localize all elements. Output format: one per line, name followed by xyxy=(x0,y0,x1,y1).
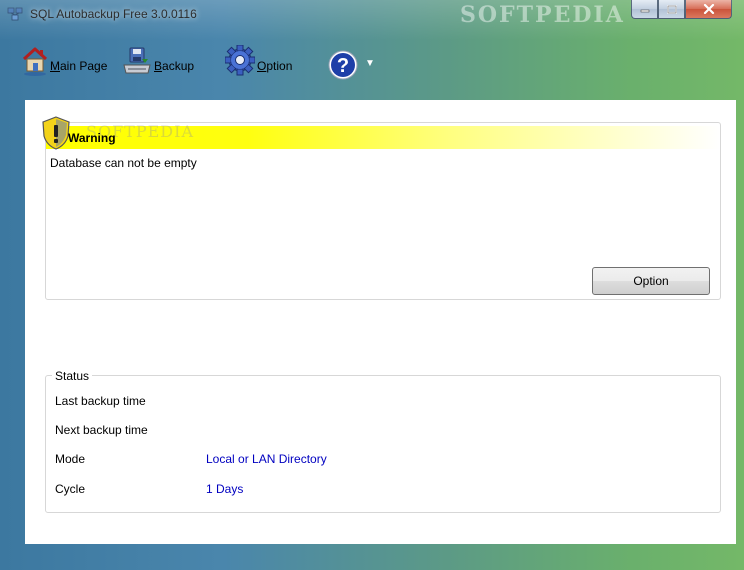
svg-text:?: ? xyxy=(337,55,349,77)
status-label-last-backup: Last backup time xyxy=(55,394,146,408)
help-dropdown-arrow[interactable]: ▼ xyxy=(365,58,375,69)
warning-message: Database can not be empty xyxy=(50,156,197,170)
option-button[interactable]: Option xyxy=(225,45,292,77)
backup-icon xyxy=(123,47,151,74)
toolbar: Main Page Backup Option ? ▼ xyxy=(0,40,744,90)
status-group: Status Last backup time Next backup time… xyxy=(45,369,721,513)
main-page-label: Main Page xyxy=(50,59,108,73)
app-window: SQL Autobackup Free 3.0.0116 SOFTPEDIA M… xyxy=(0,0,744,570)
warning-shield-icon xyxy=(42,116,70,150)
minimize-button[interactable] xyxy=(631,0,658,19)
caption-buttons xyxy=(631,0,732,20)
app-icon xyxy=(7,7,23,21)
maximize-icon xyxy=(666,4,677,14)
backup-button[interactable]: Backup xyxy=(122,45,194,77)
window-title: SQL Autobackup Free 3.0.0116 xyxy=(30,7,197,21)
option-label: Option xyxy=(257,59,293,73)
status-value-mode[interactable]: Local or LAN Directory xyxy=(206,452,327,466)
warning-panel: SOFTPEDIA Warning Database can not be em… xyxy=(42,116,721,300)
title-bar[interactable]: SQL Autobackup Free 3.0.0116 SOFTPEDIA xyxy=(0,0,744,28)
help-icon: ? xyxy=(328,50,358,80)
gear-icon xyxy=(225,45,255,76)
close-button[interactable] xyxy=(685,0,732,19)
status-label-mode: Mode xyxy=(55,452,86,466)
help-button[interactable]: ? ▼ xyxy=(327,49,375,81)
status-label-cycle: Cycle xyxy=(55,482,86,496)
status-legend: Status xyxy=(52,369,93,383)
status-value-cycle[interactable]: 1 Days xyxy=(206,482,243,496)
maximize-button[interactable] xyxy=(658,0,685,19)
warning-title: Warning xyxy=(68,131,116,145)
main-page-button[interactable]: Main Page xyxy=(22,45,107,77)
close-icon xyxy=(703,4,714,14)
watermark: SOFTPEDIA xyxy=(460,2,625,28)
minimize-icon xyxy=(640,9,649,13)
backup-label: Backup xyxy=(154,59,195,73)
status-label-next-backup: Next backup time xyxy=(55,423,148,437)
main-content: SOFTPEDIA Warning Database can not be em… xyxy=(25,100,736,544)
home-icon xyxy=(22,47,48,76)
option-action-button[interactable]: Option xyxy=(592,267,710,295)
